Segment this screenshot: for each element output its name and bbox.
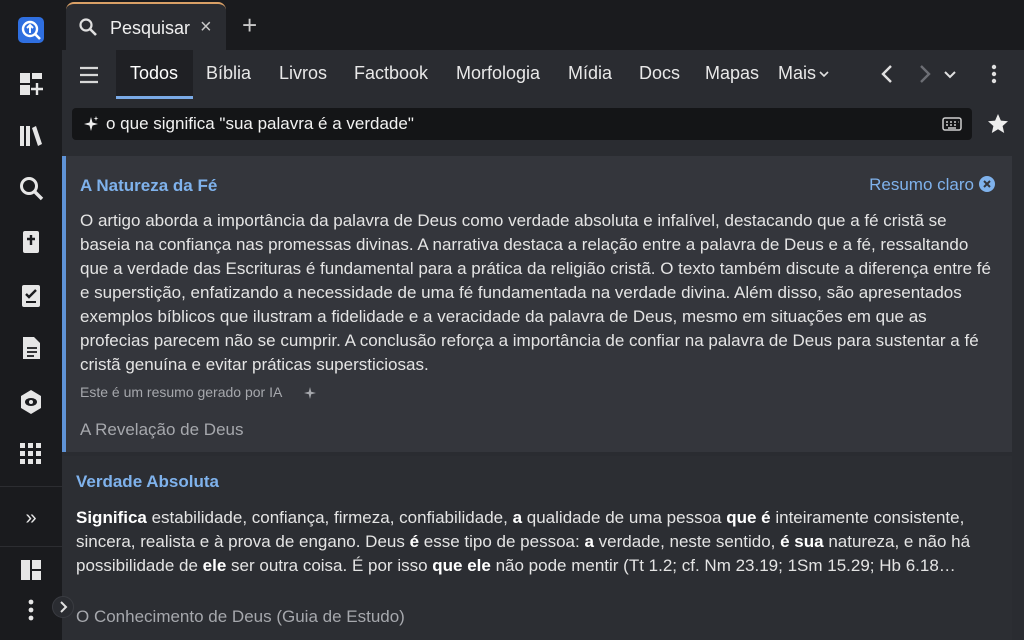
tab-strip: Pesquisar × +	[62, 0, 1024, 50]
excerpt-segment: estabilidade, confiança, firmeza, confia…	[146, 508, 513, 527]
summary-toggle[interactable]: Resumo claro	[869, 175, 974, 195]
result-title[interactable]: A Natureza da Fé	[80, 176, 217, 196]
search-input[interactable]: o que significa "sua palavra é a verdade…	[72, 108, 972, 140]
result-card[interactable]: Verdade Absoluta Significa estabilidade,…	[62, 456, 1012, 640]
app-logo-icon[interactable]	[15, 14, 47, 46]
new-tab-button[interactable]: +	[242, 10, 257, 41]
excerpt-segment: Significa	[76, 508, 147, 527]
menu-icon[interactable]	[78, 64, 100, 86]
excerpt-segment: é	[409, 532, 420, 551]
dashboard-add-icon[interactable]	[15, 68, 47, 100]
more-vertical-icon[interactable]	[15, 594, 47, 626]
close-circle-icon[interactable]	[978, 175, 996, 193]
result-source[interactable]: O Conhecimento de Deus (Guia de Estudo)	[76, 607, 405, 627]
search-icon[interactable]	[15, 172, 47, 204]
expand-rail-button[interactable]: »	[15, 502, 47, 534]
excerpt-segment: que ele	[432, 556, 491, 575]
search-results: A Natureza da Fé Resumo claro O artigo a…	[62, 156, 1024, 640]
close-tab-button[interactable]: ×	[200, 16, 212, 39]
excerpt-segment: a	[512, 508, 523, 527]
excerpt-segment: a	[584, 532, 594, 551]
excerpt-segment: qualidade de uma pessoa	[522, 508, 727, 527]
history-dropdown-icon[interactable]	[938, 62, 962, 86]
excerpt-segment: ser outra coisa. É por isso	[226, 556, 433, 575]
ai-sparkle-icon	[304, 387, 316, 399]
search-panel: Todos Bíblia Livros Factbook Morfologia …	[62, 50, 1024, 640]
tab-morfologia[interactable]: Morfologia	[456, 63, 540, 84]
active-tab-indicator	[116, 96, 193, 99]
tab-midia[interactable]: Mídia	[568, 63, 612, 84]
layout-icon[interactable]	[15, 554, 47, 586]
tab-factbook[interactable]: Factbook	[354, 63, 428, 84]
back-icon[interactable]	[876, 62, 900, 86]
keyboard-icon[interactable]	[942, 116, 962, 132]
result-summary: O artigo aborda a importância da palavra…	[80, 211, 991, 374]
result-title[interactable]: Verdade Absoluta	[76, 472, 219, 492]
tab-todos[interactable]: Todos	[130, 63, 178, 84]
tab-mapas[interactable]: Mapas	[705, 63, 759, 84]
bible-icon[interactable]	[15, 226, 47, 258]
ai-sparkle-icon	[84, 116, 99, 131]
excerpt-segment: é sua	[780, 532, 824, 551]
library-icon[interactable]	[15, 120, 47, 152]
tab-mais[interactable]: Mais	[778, 63, 830, 84]
result-source[interactable]: A Revelação de Deus	[80, 420, 244, 440]
document-icon[interactable]	[15, 332, 47, 364]
panel-menu-icon[interactable]	[982, 62, 1006, 86]
tab-livros[interactable]: Livros	[279, 63, 327, 84]
excerpt-segment: ele	[202, 556, 227, 575]
apps-grid-icon[interactable]	[15, 438, 47, 470]
favorite-star-icon[interactable]	[986, 112, 1010, 136]
resource-type-tabs: Todos Bíblia Livros Factbook Morfologia …	[62, 50, 1024, 100]
result-card[interactable]: A Natureza da Fé Resumo claro O artigo a…	[62, 156, 1012, 452]
result-excerpt: Significa estabilidade, confiança, firme…	[76, 506, 992, 578]
forward-icon[interactable]	[912, 62, 936, 86]
rail-divider	[0, 486, 62, 487]
tab-title: Pesquisar	[110, 18, 191, 38]
excerpt-segment: não pode mentir (Tt 1.2; cf. Nm 23.19; 1…	[490, 556, 956, 575]
ai-disclaimer: Este é um resumo gerado por IA	[80, 384, 283, 400]
tab-docs[interactable]: Docs	[639, 63, 680, 84]
excerpt-segment: verdade, neste sentido,	[593, 532, 781, 551]
checklist-icon[interactable]	[15, 280, 47, 312]
rail-divider	[0, 546, 62, 547]
left-rail: »	[0, 0, 62, 640]
excerpt-segment: esse tipo de pessoa:	[419, 532, 585, 551]
chevron-down-icon	[819, 71, 829, 78]
tab-mais-label: Mais	[778, 63, 817, 83]
expand-panel-button[interactable]	[52, 596, 74, 618]
excerpt-segment: que é	[726, 508, 771, 527]
search-icon	[79, 18, 97, 36]
search-query: o que significa "sua palavra é a verdade…	[106, 114, 414, 133]
hexagon-eye-icon[interactable]	[15, 386, 47, 418]
tab-search[interactable]: Pesquisar ×	[66, 2, 226, 50]
tab-biblia[interactable]: Bíblia	[206, 63, 251, 84]
chevron-right-icon	[60, 601, 68, 613]
